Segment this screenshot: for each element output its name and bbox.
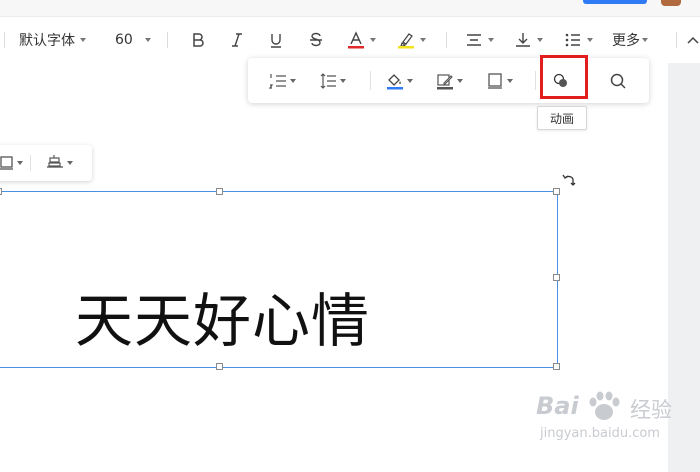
chevron-down-icon bbox=[457, 78, 463, 83]
floating-toolbar bbox=[248, 58, 649, 103]
align-bottom-icon bbox=[516, 33, 530, 47]
resize-handle[interactable] bbox=[553, 274, 560, 281]
chevron-down-icon bbox=[407, 78, 413, 83]
paw-logo-icon bbox=[589, 391, 620, 420]
strikethrough-icon bbox=[310, 32, 322, 47]
toolbar-divider bbox=[370, 71, 371, 90]
toolbar-divider bbox=[4, 32, 5, 48]
align-center-icon bbox=[467, 34, 481, 46]
chevron-down-icon bbox=[340, 78, 346, 83]
shadow-box-icon bbox=[488, 72, 502, 89]
resize-handle[interactable] bbox=[0, 188, 2, 195]
strikethrough-button[interactable] bbox=[307, 17, 325, 63]
line-spacing-button[interactable] bbox=[319, 58, 346, 103]
watermark-url: jingyan.baidu.com bbox=[540, 426, 660, 441]
chevron-down-icon bbox=[507, 78, 513, 83]
font-family-select[interactable]: 默认字体 bbox=[19, 17, 86, 63]
chevron-down-icon bbox=[587, 38, 593, 42]
toolbar-divider bbox=[30, 155, 31, 171]
tooltip-text: 动画 bbox=[549, 111, 574, 126]
highlighter-icon bbox=[398, 33, 414, 49]
chevron-down-icon bbox=[144, 38, 151, 42]
chevron-down-icon bbox=[80, 38, 86, 42]
chevron-up-icon bbox=[687, 36, 699, 44]
vertical-align-button[interactable] bbox=[514, 17, 543, 63]
chevron-down-icon bbox=[642, 38, 648, 42]
search-icon bbox=[610, 73, 626, 89]
format-toolbar: 默认字体 60 更多 bbox=[0, 16, 700, 64]
chevron-down-icon bbox=[488, 38, 494, 42]
more-label: 更多 bbox=[612, 33, 640, 49]
watermark-brand: Bai bbox=[536, 392, 579, 420]
highlight-color-button[interactable] bbox=[397, 17, 426, 63]
animation-tooltip: 动画 bbox=[537, 106, 587, 130]
underline-icon bbox=[271, 34, 281, 48]
italic-icon bbox=[232, 33, 242, 47]
avatar[interactable] bbox=[661, 0, 681, 6]
mini-toolbar bbox=[0, 145, 92, 181]
chevron-down-icon bbox=[537, 38, 543, 42]
share-button-edge[interactable] bbox=[583, 0, 647, 4]
numbered-list-icon bbox=[269, 73, 286, 89]
font-size-select[interactable]: 60 bbox=[115, 17, 151, 63]
italic-button[interactable] bbox=[228, 17, 246, 63]
canvas-right-margin bbox=[668, 63, 700, 472]
toolbar-divider bbox=[535, 71, 536, 90]
toolbar-divider bbox=[446, 32, 447, 48]
resize-handle[interactable] bbox=[553, 363, 560, 370]
chevron-down-icon bbox=[17, 161, 23, 165]
border-button[interactable] bbox=[0, 145, 23, 181]
chevron-down-icon bbox=[420, 38, 426, 42]
red-highlight-annotation bbox=[540, 55, 588, 99]
numbered-list-button[interactable] bbox=[269, 58, 296, 103]
chevron-down-icon bbox=[67, 161, 73, 165]
toolbar-divider bbox=[676, 32, 677, 48]
bold-icon bbox=[193, 33, 204, 47]
line-spacing-icon bbox=[320, 72, 336, 89]
align-button[interactable] bbox=[465, 17, 494, 63]
toolbar-divider bbox=[167, 32, 168, 48]
chevron-down-icon bbox=[290, 78, 296, 83]
font-family-value: 默认字体 bbox=[19, 33, 75, 49]
paint-bucket-icon bbox=[387, 73, 403, 89]
font-size-value: 60 bbox=[115, 32, 133, 48]
resize-handle[interactable] bbox=[216, 188, 223, 195]
resize-handle[interactable] bbox=[553, 188, 560, 195]
bullet-list-icon bbox=[565, 33, 580, 47]
fill-color-button[interactable] bbox=[386, 58, 413, 103]
shadow-button[interactable] bbox=[486, 58, 513, 103]
resize-handle[interactable] bbox=[216, 363, 223, 370]
border-icon bbox=[0, 156, 13, 170]
underline-button[interactable] bbox=[267, 17, 285, 63]
align-objects-button[interactable] bbox=[46, 145, 73, 181]
search-button[interactable] bbox=[609, 58, 627, 103]
collapse-toolbar-button[interactable] bbox=[686, 17, 700, 63]
text-box-content[interactable]: 天天好心情 bbox=[75, 281, 370, 361]
rotate-handle-icon[interactable] bbox=[562, 172, 578, 188]
align-bottom-objects-icon bbox=[47, 155, 63, 168]
watermark-title: 经验 bbox=[630, 398, 672, 422]
border-style-button[interactable] bbox=[436, 58, 463, 103]
pencil-box-icon bbox=[437, 73, 453, 89]
more-button[interactable]: 更多 bbox=[612, 17, 648, 63]
font-color-icon bbox=[348, 31, 364, 49]
bold-button[interactable] bbox=[189, 17, 207, 63]
chevron-down-icon bbox=[370, 38, 376, 42]
font-color-button[interactable] bbox=[347, 17, 376, 63]
window-top-strip bbox=[0, 0, 700, 16]
